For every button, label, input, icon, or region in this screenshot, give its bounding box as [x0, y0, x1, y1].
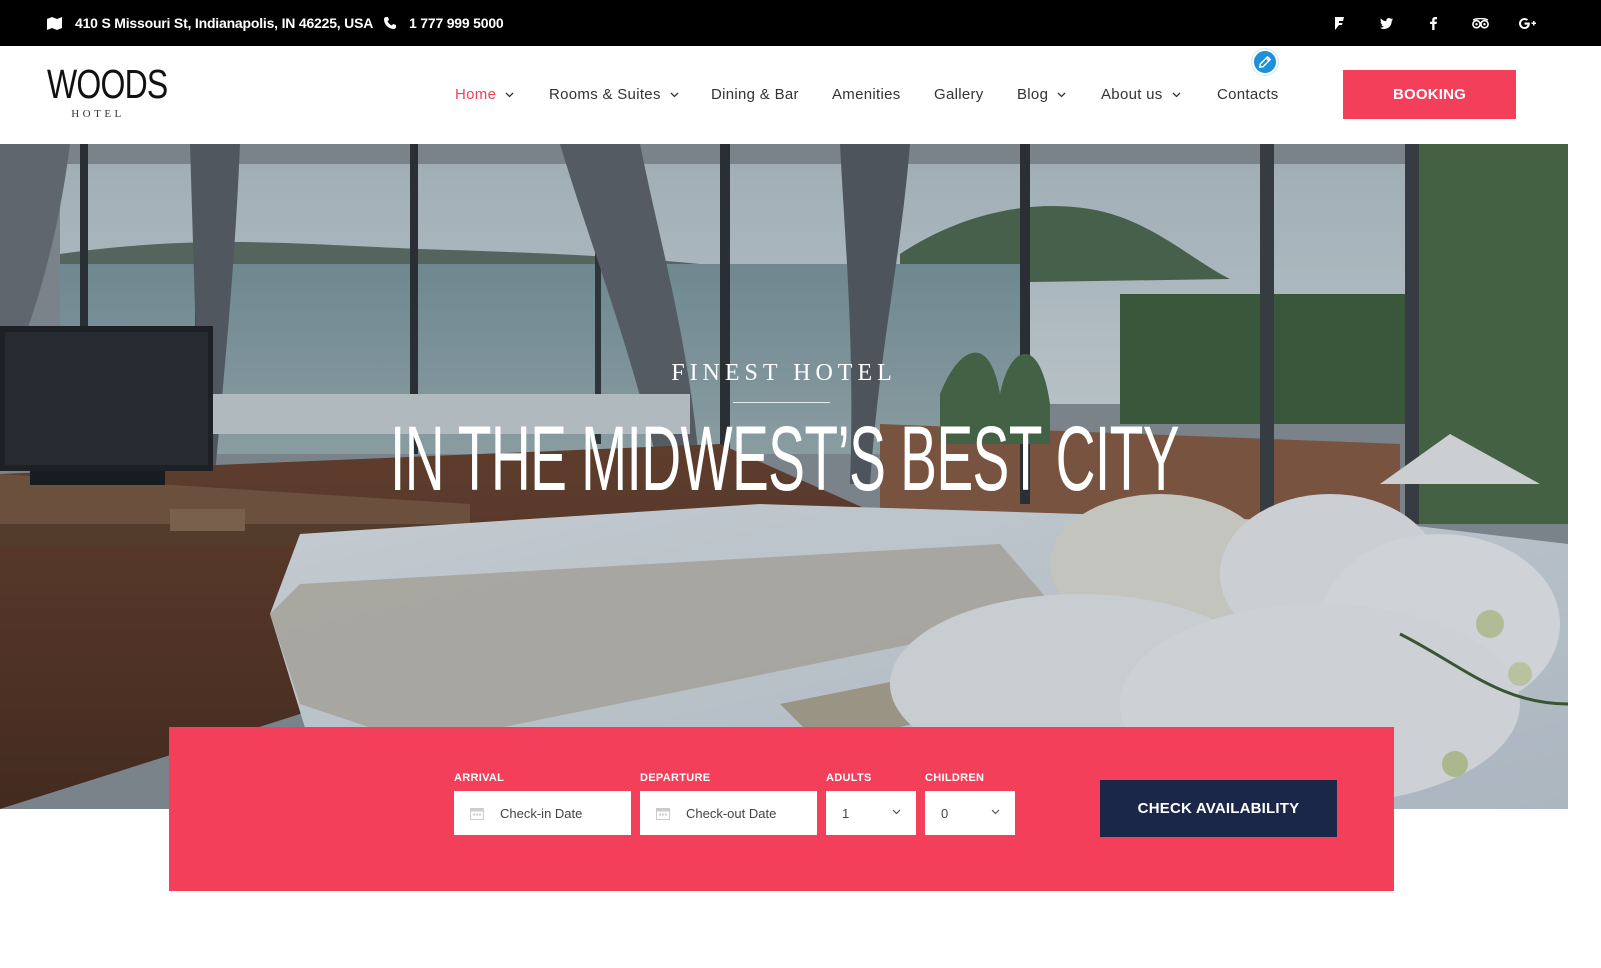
hero-headline-text: IN THE MIDWEST’S BEST CITY — [389, 408, 1180, 510]
hero-kicker: FINEST HOTEL — [671, 360, 897, 386]
nav-item-home[interactable]: Home — [455, 86, 514, 103]
departure-input[interactable]: Check-out Date — [640, 791, 817, 835]
nav-item-label: Gallery — [934, 86, 984, 103]
arrival-label: ARRIVAL — [454, 772, 505, 784]
reservation-form: ARRIVAL Check-in Date DEPARTURE Check-ou… — [169, 727, 1394, 891]
phone-info[interactable]: 1 777 999 5000 — [384, 0, 504, 46]
nav-item-label: Amenities — [832, 86, 901, 103]
adults-label: ADULTS — [826, 772, 872, 784]
chevron-down-icon — [892, 809, 901, 815]
nav-item-label: Blog — [1017, 86, 1049, 103]
address-text: 410 S Missouri St, Indianapolis, IN 4622… — [75, 15, 374, 31]
chevron-down-icon — [1172, 92, 1181, 97]
twitter-icon[interactable] — [1363, 0, 1410, 46]
adults-field: ADULTS 1 — [826, 772, 916, 835]
departure-label: DEPARTURE — [640, 772, 711, 784]
nav-item-dining-bar[interactable]: Dining & Bar — [711, 86, 799, 103]
check-availability-button[interactable]: CHECK AVAILABILITY — [1100, 780, 1337, 837]
children-field: CHILDREN 0 — [925, 772, 1015, 835]
chevron-down-icon — [670, 92, 679, 97]
phone-icon — [384, 17, 396, 29]
page-gutter — [1568, 46, 1601, 968]
top-info-bar: 410 S Missouri St, Indianapolis, IN 4622… — [0, 0, 1601, 46]
nav-item-contacts[interactable]: Contacts — [1217, 86, 1279, 103]
arrival-field: ARRIVAL Check-in Date — [454, 772, 631, 835]
address-info: 410 S Missouri St, Indianapolis, IN 4622… — [47, 0, 373, 46]
hero-headline: IN THE MIDWEST’S BEST CITY — [0, 409, 1568, 509]
nav-item-gallery[interactable]: Gallery — [934, 86, 984, 103]
nav-item-label: About us — [1101, 86, 1163, 103]
nav-item-about-us[interactable]: About us — [1101, 86, 1181, 103]
edit-pencil-icon[interactable] — [1252, 49, 1278, 75]
facebook-icon[interactable] — [1410, 0, 1457, 46]
nav-item-label: Contacts — [1217, 86, 1279, 103]
nav-item-amenities[interactable]: Amenities — [832, 86, 901, 103]
chevron-down-icon — [991, 809, 1000, 815]
arrival-placeholder: Check-in Date — [500, 805, 583, 821]
nav-item-label: Rooms & Suites — [549, 86, 661, 103]
foursquare-icon[interactable] — [1316, 0, 1363, 46]
map-icon — [47, 16, 62, 30]
departure-placeholder: Check-out Date — [686, 805, 777, 821]
hero-divider — [733, 402, 830, 403]
nav-item-blog[interactable]: Blog — [1017, 86, 1066, 103]
google-plus-icon[interactable] — [1504, 0, 1551, 46]
children-value: 0 — [941, 805, 949, 821]
logo[interactable]: WOODS HOTEL — [47, 61, 168, 121]
booking-button[interactable]: BOOKING — [1343, 70, 1516, 119]
phone-text: 1 777 999 5000 — [409, 15, 504, 31]
logo-name: WOODS — [47, 61, 168, 107]
adults-select[interactable]: 1 — [826, 791, 916, 835]
logo-sub: HOTEL — [71, 108, 125, 120]
tripadvisor-icon[interactable] — [1457, 0, 1504, 46]
arrival-input[interactable]: Check-in Date — [454, 791, 631, 835]
children-select[interactable]: 0 — [925, 791, 1015, 835]
departure-field: DEPARTURE Check-out Date — [640, 772, 817, 835]
nav-item-label: Dining & Bar — [711, 86, 799, 103]
nav-item-rooms-suites[interactable]: Rooms & Suites — [549, 86, 679, 103]
children-label: CHILDREN — [925, 772, 985, 784]
calendar-icon — [470, 807, 484, 820]
chevron-down-icon — [505, 92, 514, 97]
hero-banner: FINEST HOTEL IN THE MIDWEST’S BEST CITY — [0, 144, 1568, 809]
adults-value: 1 — [842, 805, 850, 821]
site-header: WOODS HOTEL Home Rooms & Suites Dining &… — [0, 46, 1601, 144]
chevron-down-icon — [1057, 92, 1066, 97]
nav-item-label: Home — [455, 86, 497, 103]
social-links — [1316, 0, 1551, 46]
calendar-icon — [656, 807, 670, 820]
